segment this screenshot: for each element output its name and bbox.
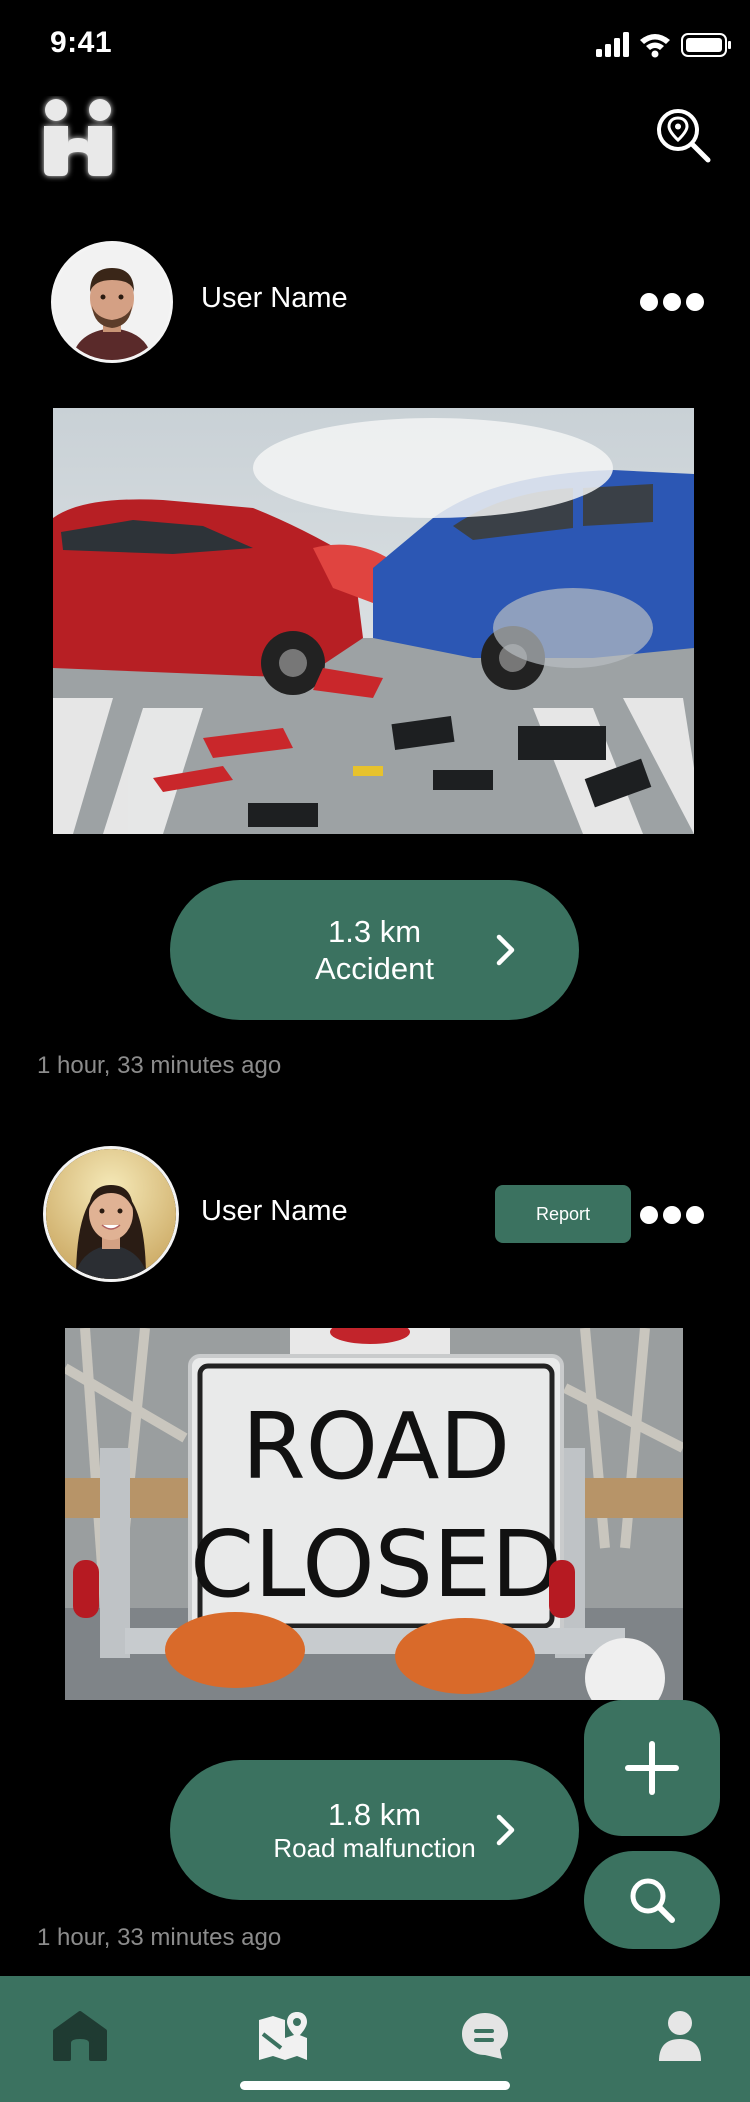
- incident-distance-button[interactable]: 1.3 km Accident: [170, 880, 579, 1020]
- incident-type: Accident: [315, 951, 434, 986]
- post-user-name[interactable]: User Name: [201, 1195, 348, 1228]
- search-icon: [630, 1878, 675, 1923]
- dot-icon: [686, 1206, 704, 1224]
- nav-home[interactable]: [45, 2006, 115, 2066]
- dot-icon: [686, 293, 704, 311]
- chevron-right-icon: [496, 934, 515, 966]
- incident-distance: 1.3 km: [327, 913, 422, 949]
- user-avatar-female[interactable]: [43, 1146, 179, 1282]
- map-icon: [259, 2012, 307, 2060]
- chat-icon: [462, 2013, 508, 2059]
- add-report-button[interactable]: [584, 1700, 720, 1836]
- home-icon: [53, 2011, 107, 2061]
- nav-map[interactable]: [248, 2006, 318, 2066]
- map-pin-search-button[interactable]: [654, 106, 714, 166]
- post-user-name[interactable]: User Name: [201, 282, 348, 315]
- profile-icon: [659, 2011, 701, 2061]
- dot-icon: [640, 1206, 658, 1224]
- wifi-icon: [640, 34, 670, 58]
- post-photo-accident[interactable]: [53, 408, 694, 834]
- map-pin-search-icon: [657, 109, 711, 163]
- nav-profile[interactable]: [645, 2006, 715, 2066]
- chevron-right-icon: [496, 1814, 515, 1846]
- status-icons: [596, 32, 732, 58]
- post-time-ago: 1 hour, 33 minutes ago: [37, 1052, 282, 1079]
- dot-icon: [640, 293, 658, 311]
- search-button[interactable]: [584, 1851, 720, 1949]
- sign-line-2: CLOSED: [190, 1511, 562, 1618]
- signal-icon: [596, 32, 629, 57]
- user-avatar-male[interactable]: [51, 241, 173, 363]
- post-time-ago: 1 hour, 33 minutes ago: [37, 1924, 282, 1951]
- home-indicator: [240, 2081, 510, 2090]
- app-logo-icon: [38, 96, 118, 182]
- post-photo-road-closed[interactable]: ROAD CLOSED: [65, 1328, 683, 1700]
- report-button[interactable]: Report: [495, 1185, 631, 1243]
- battery-icon: [681, 33, 731, 57]
- sign-line-1: ROAD: [242, 1393, 511, 1500]
- incident-distance-button[interactable]: 1.8 km Road malfunction: [170, 1760, 579, 1900]
- incident-type: Road malfunction: [273, 1833, 476, 1863]
- plus-icon: [625, 1741, 679, 1795]
- more-options-button[interactable]: [640, 293, 704, 311]
- more-options-button[interactable]: [640, 1206, 704, 1224]
- incident-distance: 1.8 km: [327, 1796, 422, 1832]
- dot-icon: [663, 1206, 681, 1224]
- dot-icon: [663, 293, 681, 311]
- status-time: 9:41: [50, 26, 113, 59]
- nav-messages[interactable]: [450, 2006, 520, 2066]
